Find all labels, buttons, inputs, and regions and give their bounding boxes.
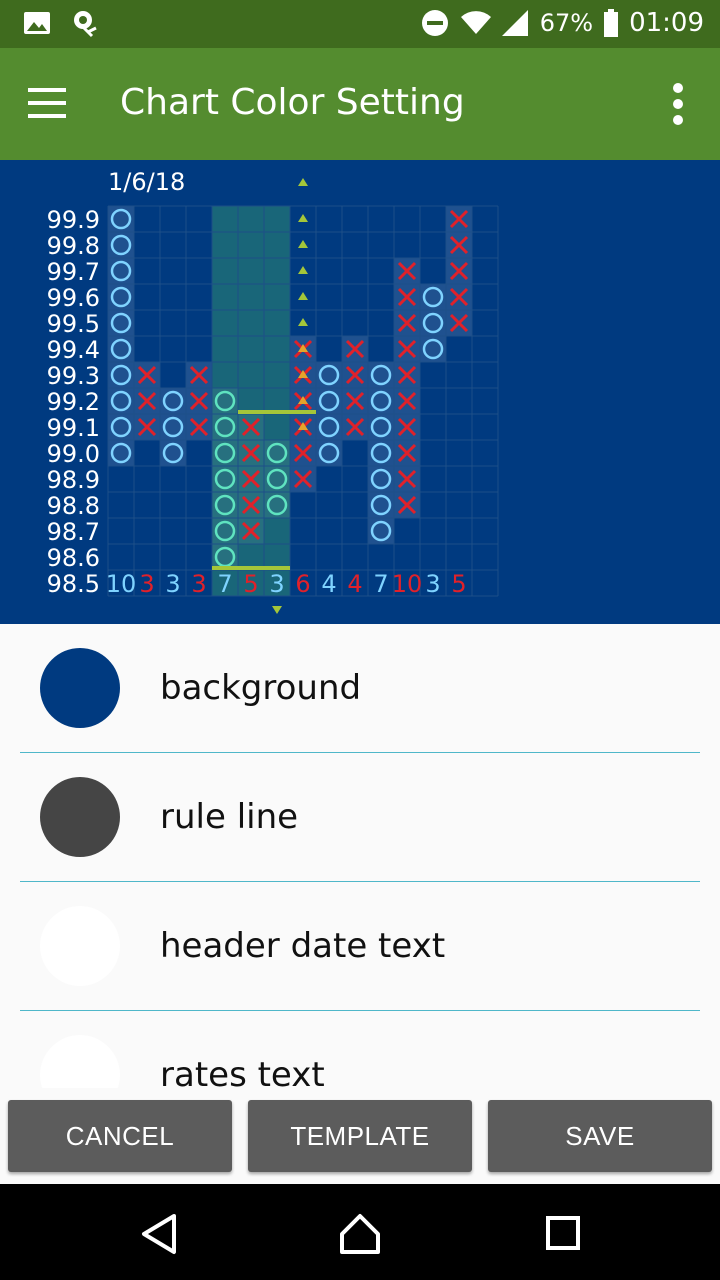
app-notification-icon: [70, 8, 100, 38]
column-count: 3: [269, 570, 284, 598]
color-swatch[interactable]: [40, 777, 120, 857]
trend-marker: [298, 178, 308, 186]
rate-label: 98.9: [47, 466, 100, 494]
back-icon[interactable]: [138, 1212, 182, 1256]
trend-marker: [298, 318, 308, 326]
app-bar: Chart Color Setting: [0, 48, 720, 160]
column-count: 3: [165, 570, 180, 598]
image-notification-icon: [22, 8, 52, 38]
column-count: 3: [425, 570, 440, 598]
setting-label: rule line: [160, 797, 299, 837]
color-settings-list[interactable]: background rule line header date text ra…: [0, 624, 720, 1088]
color-swatch[interactable]: [40, 648, 120, 728]
column-count: 10: [106, 570, 137, 598]
setting-row-background[interactable]: background: [0, 624, 720, 753]
column-count: 4: [321, 570, 336, 598]
column-count: 4: [347, 570, 362, 598]
rate-label: 98.7: [47, 518, 100, 546]
action-bar: CANCEL TEMPLATE SAVE: [0, 1088, 720, 1184]
chart-preview: 1/6/18 99.9 99.8 99.7 99.6 99.5 99.4 99.3 99.2 99…: [0, 160, 720, 624]
wifi-icon: [460, 8, 491, 38]
rate-label: 99.3: [47, 362, 100, 390]
battery-icon: [603, 8, 619, 38]
rate-label: 99.7: [47, 258, 100, 286]
column-count: 6: [295, 570, 310, 598]
header-date: 1/6/18: [108, 168, 185, 196]
setting-row-rule-line[interactable]: rule line: [0, 753, 720, 882]
column-count: 5: [243, 570, 258, 598]
status-bar: 67% 01:09: [0, 0, 720, 48]
color-swatch[interactable]: [40, 1035, 120, 1088]
trend-marker: [298, 240, 308, 248]
clock: 01:09: [629, 8, 704, 38]
rate-label: 99.5: [47, 310, 100, 338]
home-icon[interactable]: [338, 1212, 382, 1256]
column-count: 3: [191, 570, 206, 598]
rate-label: 99.2: [47, 388, 100, 416]
setting-row-header-date-text[interactable]: header date text: [0, 882, 720, 1011]
color-swatch[interactable]: [40, 906, 120, 986]
do-not-disturb-icon: [420, 8, 450, 38]
trend-marker: [298, 292, 308, 300]
setting-label: background: [160, 668, 362, 708]
rate-label: 98.8: [47, 492, 100, 520]
page-title: Chart Color Setting: [120, 82, 465, 123]
setting-label: header date text: [160, 926, 446, 966]
column-count: 3: [139, 570, 154, 598]
column-count: 10: [392, 570, 423, 598]
battery-percent: 67%: [539, 9, 594, 37]
hamburger-menu-icon[interactable]: [28, 84, 84, 128]
overflow-menu-icon[interactable]: [666, 80, 690, 128]
rate-label: 98.6: [47, 544, 100, 572]
rate-label: 99.9: [47, 206, 100, 234]
trend-marker: [298, 266, 308, 274]
column-count: 7: [373, 570, 388, 598]
trend-marker: [298, 214, 308, 222]
column-count: 7: [217, 570, 232, 598]
rate-label: 99.4: [47, 336, 100, 364]
cancel-button[interactable]: CANCEL: [8, 1100, 232, 1172]
trend-marker: [272, 606, 282, 614]
template-button[interactable]: TEMPLATE: [248, 1100, 472, 1172]
rate-label: 99.8: [47, 232, 100, 260]
highlight-zone: [212, 206, 290, 596]
column-count: 5: [451, 570, 466, 598]
system-nav-bar: [0, 1184, 720, 1280]
save-button[interactable]: SAVE: [488, 1100, 712, 1172]
setting-label: rates text: [160, 1055, 325, 1088]
point-figure-chart: 1/6/1899.999.899.799.699.599.499.399.299…: [47, 168, 499, 614]
recents-icon[interactable]: [542, 1212, 586, 1256]
rate-label: 99.1: [47, 414, 100, 442]
cell-signal-icon: [500, 8, 530, 38]
rate-label: 99.6: [47, 284, 100, 312]
rate-label: 98.5: [47, 570, 100, 598]
setting-row-rates-text[interactable]: rates text: [0, 1011, 720, 1088]
rate-label: 99.0: [47, 440, 100, 468]
